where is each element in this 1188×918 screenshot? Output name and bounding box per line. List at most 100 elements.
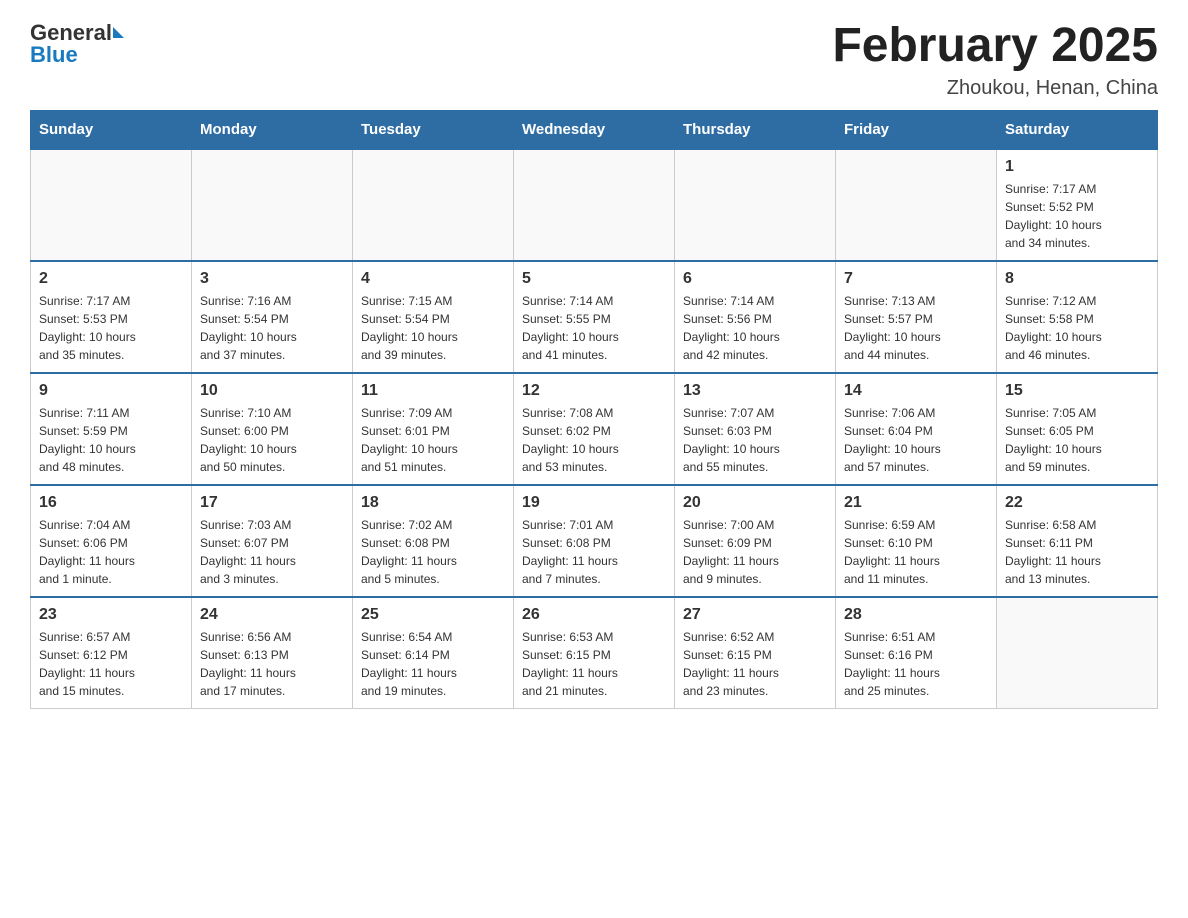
day-info: Sunrise: 6:53 AM Sunset: 6:15 PM Dayligh… xyxy=(522,628,666,700)
calendar-week-row: 9 Sunrise: 7:11 AM Sunset: 5:59 PM Daylig… xyxy=(31,373,1158,485)
calendar-cell: 23 Sunrise: 6:57 AM Sunset: 6:12 PM Dayli… xyxy=(31,597,192,709)
day-info: Sunrise: 6:56 AM Sunset: 6:13 PM Dayligh… xyxy=(200,628,344,700)
day-info: Sunrise: 7:14 AM Sunset: 5:55 PM Dayligh… xyxy=(522,292,666,364)
calendar-cell: 4 Sunrise: 7:15 AM Sunset: 5:54 PM Daylig… xyxy=(353,261,514,373)
day-info: Sunrise: 7:17 AM Sunset: 5:52 PM Dayligh… xyxy=(1005,180,1149,252)
day-header-monday: Monday xyxy=(192,110,353,149)
day-number: 1 xyxy=(1005,158,1149,176)
day-header-saturday: Saturday xyxy=(997,110,1158,149)
calendar-cell xyxy=(31,149,192,261)
title-block: February 2025 Zhoukou, Henan, China xyxy=(832,20,1158,100)
day-info: Sunrise: 6:51 AM Sunset: 6:16 PM Dayligh… xyxy=(844,628,988,700)
day-number: 28 xyxy=(844,606,988,624)
day-number: 8 xyxy=(1005,270,1149,288)
calendar-week-row: 1 Sunrise: 7:17 AM Sunset: 5:52 PM Daylig… xyxy=(31,149,1158,261)
day-number: 26 xyxy=(522,606,666,624)
calendar-week-row: 2 Sunrise: 7:17 AM Sunset: 5:53 PM Daylig… xyxy=(31,261,1158,373)
calendar-cell: 11 Sunrise: 7:09 AM Sunset: 6:01 PM Dayli… xyxy=(353,373,514,485)
day-info: Sunrise: 7:05 AM Sunset: 6:05 PM Dayligh… xyxy=(1005,404,1149,476)
calendar-cell xyxy=(514,149,675,261)
calendar-cell: 3Sunrise: 7:16 AM Sunset: 5:54 PM Daylig… xyxy=(192,261,353,373)
day-info: Sunrise: 7:11 AM Sunset: 5:59 PM Dayligh… xyxy=(39,404,183,476)
day-number: 21 xyxy=(844,494,988,512)
day-info: Sunrise: 7:03 AM Sunset: 6:07 PM Dayligh… xyxy=(200,516,344,588)
calendar-header-row: SundayMondayTuesdayWednesdayThursdayFrid… xyxy=(31,110,1158,149)
day-info: Sunrise: 7:09 AM Sunset: 6:01 PM Dayligh… xyxy=(361,404,505,476)
calendar-cell: 22 Sunrise: 6:58 AM Sunset: 6:11 PM Dayli… xyxy=(997,485,1158,597)
logo: General Blue xyxy=(30,20,124,68)
day-number: 25 xyxy=(361,606,505,624)
day-number: 18 xyxy=(361,494,505,512)
day-number: 2 xyxy=(39,270,183,288)
day-number: 10 xyxy=(200,382,344,400)
day-header-thursday: Thursday xyxy=(675,110,836,149)
calendar-cell: 27 Sunrise: 6:52 AM Sunset: 6:15 PM Dayli… xyxy=(675,597,836,709)
day-info: Sunrise: 7:00 AM Sunset: 6:09 PM Dayligh… xyxy=(683,516,827,588)
day-info: Sunrise: 6:54 AM Sunset: 6:14 PM Dayligh… xyxy=(361,628,505,700)
day-header-sunday: Sunday xyxy=(31,110,192,149)
calendar-cell: 9 Sunrise: 7:11 AM Sunset: 5:59 PM Daylig… xyxy=(31,373,192,485)
day-info: Sunrise: 7:15 AM Sunset: 5:54 PM Dayligh… xyxy=(361,292,505,364)
day-info: Sunrise: 7:04 AM Sunset: 6:06 PM Dayligh… xyxy=(39,516,183,588)
day-info: Sunrise: 7:10 AM Sunset: 6:00 PM Dayligh… xyxy=(200,404,344,476)
day-info: Sunrise: 6:58 AM Sunset: 6:11 PM Dayligh… xyxy=(1005,516,1149,588)
day-header-friday: Friday xyxy=(836,110,997,149)
calendar-cell: 5 Sunrise: 7:14 AM Sunset: 5:55 PM Daylig… xyxy=(514,261,675,373)
day-info: Sunrise: 7:17 AM Sunset: 5:53 PM Dayligh… xyxy=(39,292,183,364)
calendar-cell: 8 Sunrise: 7:12 AM Sunset: 5:58 PM Daylig… xyxy=(997,261,1158,373)
day-number: 17 xyxy=(200,494,344,512)
calendar-week-row: 23 Sunrise: 6:57 AM Sunset: 6:12 PM Dayli… xyxy=(31,597,1158,709)
day-number: 9 xyxy=(39,382,183,400)
day-info: Sunrise: 7:07 AM Sunset: 6:03 PM Dayligh… xyxy=(683,404,827,476)
calendar-cell xyxy=(353,149,514,261)
day-number: 15 xyxy=(1005,382,1149,400)
calendar-cell: 14Sunrise: 7:06 AM Sunset: 6:04 PM Dayli… xyxy=(836,373,997,485)
calendar-cell xyxy=(192,149,353,261)
day-number: 27 xyxy=(683,606,827,624)
calendar-subtitle: Zhoukou, Henan, China xyxy=(832,77,1158,100)
calendar-cell: 21 Sunrise: 6:59 AM Sunset: 6:10 PM Dayli… xyxy=(836,485,997,597)
day-number: 13 xyxy=(683,382,827,400)
calendar-cell xyxy=(997,597,1158,709)
day-number: 22 xyxy=(1005,494,1149,512)
day-info: Sunrise: 7:01 AM Sunset: 6:08 PM Dayligh… xyxy=(522,516,666,588)
day-number: 19 xyxy=(522,494,666,512)
calendar-cell: 26 Sunrise: 6:53 AM Sunset: 6:15 PM Dayli… xyxy=(514,597,675,709)
day-info: Sunrise: 6:52 AM Sunset: 6:15 PM Dayligh… xyxy=(683,628,827,700)
calendar-cell: 15 Sunrise: 7:05 AM Sunset: 6:05 PM Dayli… xyxy=(997,373,1158,485)
day-info: Sunrise: 7:02 AM Sunset: 6:08 PM Dayligh… xyxy=(361,516,505,588)
day-number: 11 xyxy=(361,382,505,400)
calendar-cell: 1 Sunrise: 7:17 AM Sunset: 5:52 PM Daylig… xyxy=(997,149,1158,261)
day-info: Sunrise: 6:57 AM Sunset: 6:12 PM Dayligh… xyxy=(39,628,183,700)
day-info: Sunrise: 7:16 AM Sunset: 5:54 PM Dayligh… xyxy=(200,292,344,364)
day-info: Sunrise: 7:12 AM Sunset: 5:58 PM Dayligh… xyxy=(1005,292,1149,364)
day-info: Sunrise: 6:59 AM Sunset: 6:10 PM Dayligh… xyxy=(844,516,988,588)
day-number: 4 xyxy=(361,270,505,288)
day-number: 20 xyxy=(683,494,827,512)
day-info: Sunrise: 7:08 AM Sunset: 6:02 PM Dayligh… xyxy=(522,404,666,476)
day-number: 24 xyxy=(200,606,344,624)
logo-arrow-icon xyxy=(113,27,124,38)
calendar-table: SundayMondayTuesdayWednesdayThursdayFrid… xyxy=(30,110,1158,709)
calendar-week-row: 16 Sunrise: 7:04 AM Sunset: 6:06 PM Dayli… xyxy=(31,485,1158,597)
calendar-cell: 24 Sunrise: 6:56 AM Sunset: 6:13 PM Dayli… xyxy=(192,597,353,709)
calendar-cell: 2 Sunrise: 7:17 AM Sunset: 5:53 PM Daylig… xyxy=(31,261,192,373)
day-number: 23 xyxy=(39,606,183,624)
calendar-cell xyxy=(836,149,997,261)
calendar-cell: 6Sunrise: 7:14 AM Sunset: 5:56 PM Daylig… xyxy=(675,261,836,373)
day-number: 5 xyxy=(522,270,666,288)
day-info: Sunrise: 7:06 AM Sunset: 6:04 PM Dayligh… xyxy=(844,404,988,476)
day-number: 12 xyxy=(522,382,666,400)
day-number: 16 xyxy=(39,494,183,512)
calendar-cell: 20 Sunrise: 7:00 AM Sunset: 6:09 PM Dayli… xyxy=(675,485,836,597)
calendar-cell: 25 Sunrise: 6:54 AM Sunset: 6:14 PM Dayli… xyxy=(353,597,514,709)
page-header: General Blue February 2025 Zhoukou, Hena… xyxy=(30,20,1158,100)
calendar-cell: 12 Sunrise: 7:08 AM Sunset: 6:02 PM Dayli… xyxy=(514,373,675,485)
day-header-wednesday: Wednesday xyxy=(514,110,675,149)
day-info: Sunrise: 7:13 AM Sunset: 5:57 PM Dayligh… xyxy=(844,292,988,364)
calendar-cell: 13 Sunrise: 7:07 AM Sunset: 6:03 PM Dayli… xyxy=(675,373,836,485)
calendar-cell: 10 Sunrise: 7:10 AM Sunset: 6:00 PM Dayli… xyxy=(192,373,353,485)
calendar-cell: 7Sunrise: 7:13 AM Sunset: 5:57 PM Daylig… xyxy=(836,261,997,373)
day-header-tuesday: Tuesday xyxy=(353,110,514,149)
calendar-cell: 16 Sunrise: 7:04 AM Sunset: 6:06 PM Dayli… xyxy=(31,485,192,597)
